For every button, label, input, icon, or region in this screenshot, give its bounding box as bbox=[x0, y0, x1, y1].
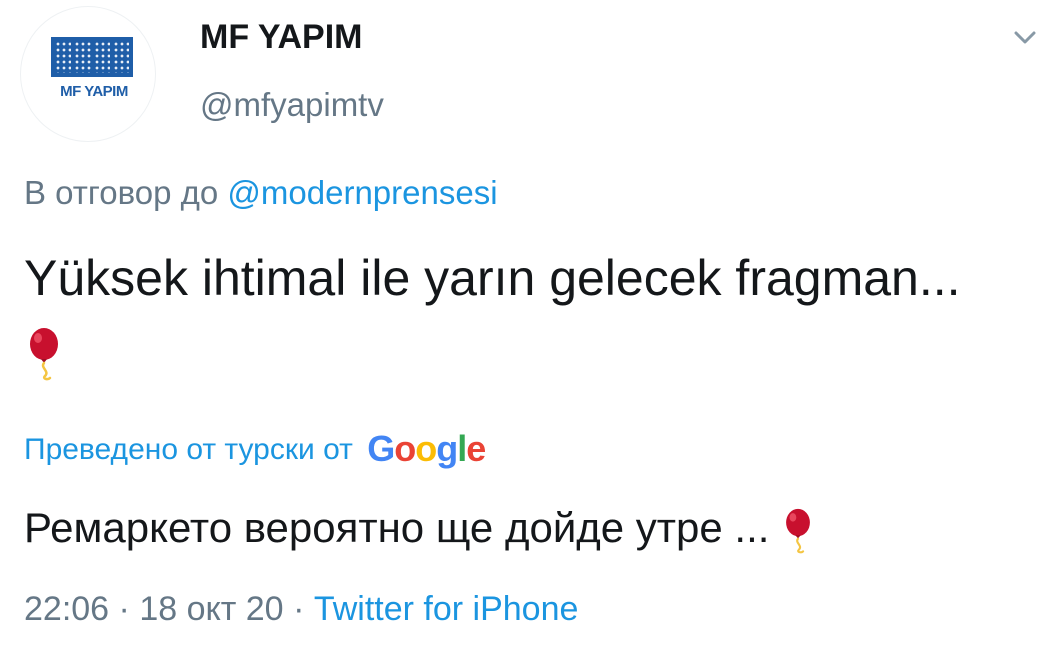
meta-separator: · bbox=[293, 590, 305, 628]
tweet-meta: 22:06 · 18 окт 20 · Twitter for iPhone bbox=[24, 590, 578, 629]
tweet-text: Yüksek ihtimal ile yarın gelecek fragman… bbox=[24, 242, 1004, 386]
tweet-time[interactable]: 22:06 bbox=[24, 590, 109, 628]
reply-prefix: В отговор до bbox=[24, 174, 228, 211]
tweet-body: Yüksek ihtimal ile yarın gelecek fragman… bbox=[24, 250, 961, 306]
meta-separator: · bbox=[118, 590, 130, 628]
translated-text: Ремаркето вероятно ще дойде утре ... bbox=[24, 504, 815, 555]
avatar-logo-text: MF YAPIM bbox=[60, 83, 128, 100]
balloon-icon bbox=[786, 508, 811, 554]
balloon-icon bbox=[30, 327, 58, 381]
translation-attribution[interactable]: Преведено от турски от Google bbox=[24, 428, 486, 470]
translation-body: Ремаркето вероятно ще дойде утре ... bbox=[24, 504, 770, 551]
google-logo: Google bbox=[367, 428, 486, 469]
tweet-source-link[interactable]: Twitter for iPhone bbox=[314, 590, 579, 628]
tweet-date[interactable]: 18 окт 20 bbox=[139, 590, 283, 628]
translation-label: Преведено от турски от bbox=[24, 433, 353, 466]
author-display-name[interactable]: MF YAPIM bbox=[200, 18, 362, 57]
author-handle[interactable]: @mfyapimtv bbox=[200, 86, 384, 124]
mf-logo bbox=[51, 37, 133, 77]
avatar[interactable]: MF YAPIM bbox=[20, 6, 156, 142]
reply-mention-link[interactable]: @modernprensesi bbox=[227, 174, 497, 211]
reply-context: В отговор до @modernprensesi bbox=[24, 174, 498, 212]
chevron-down-icon[interactable] bbox=[1010, 22, 1040, 52]
